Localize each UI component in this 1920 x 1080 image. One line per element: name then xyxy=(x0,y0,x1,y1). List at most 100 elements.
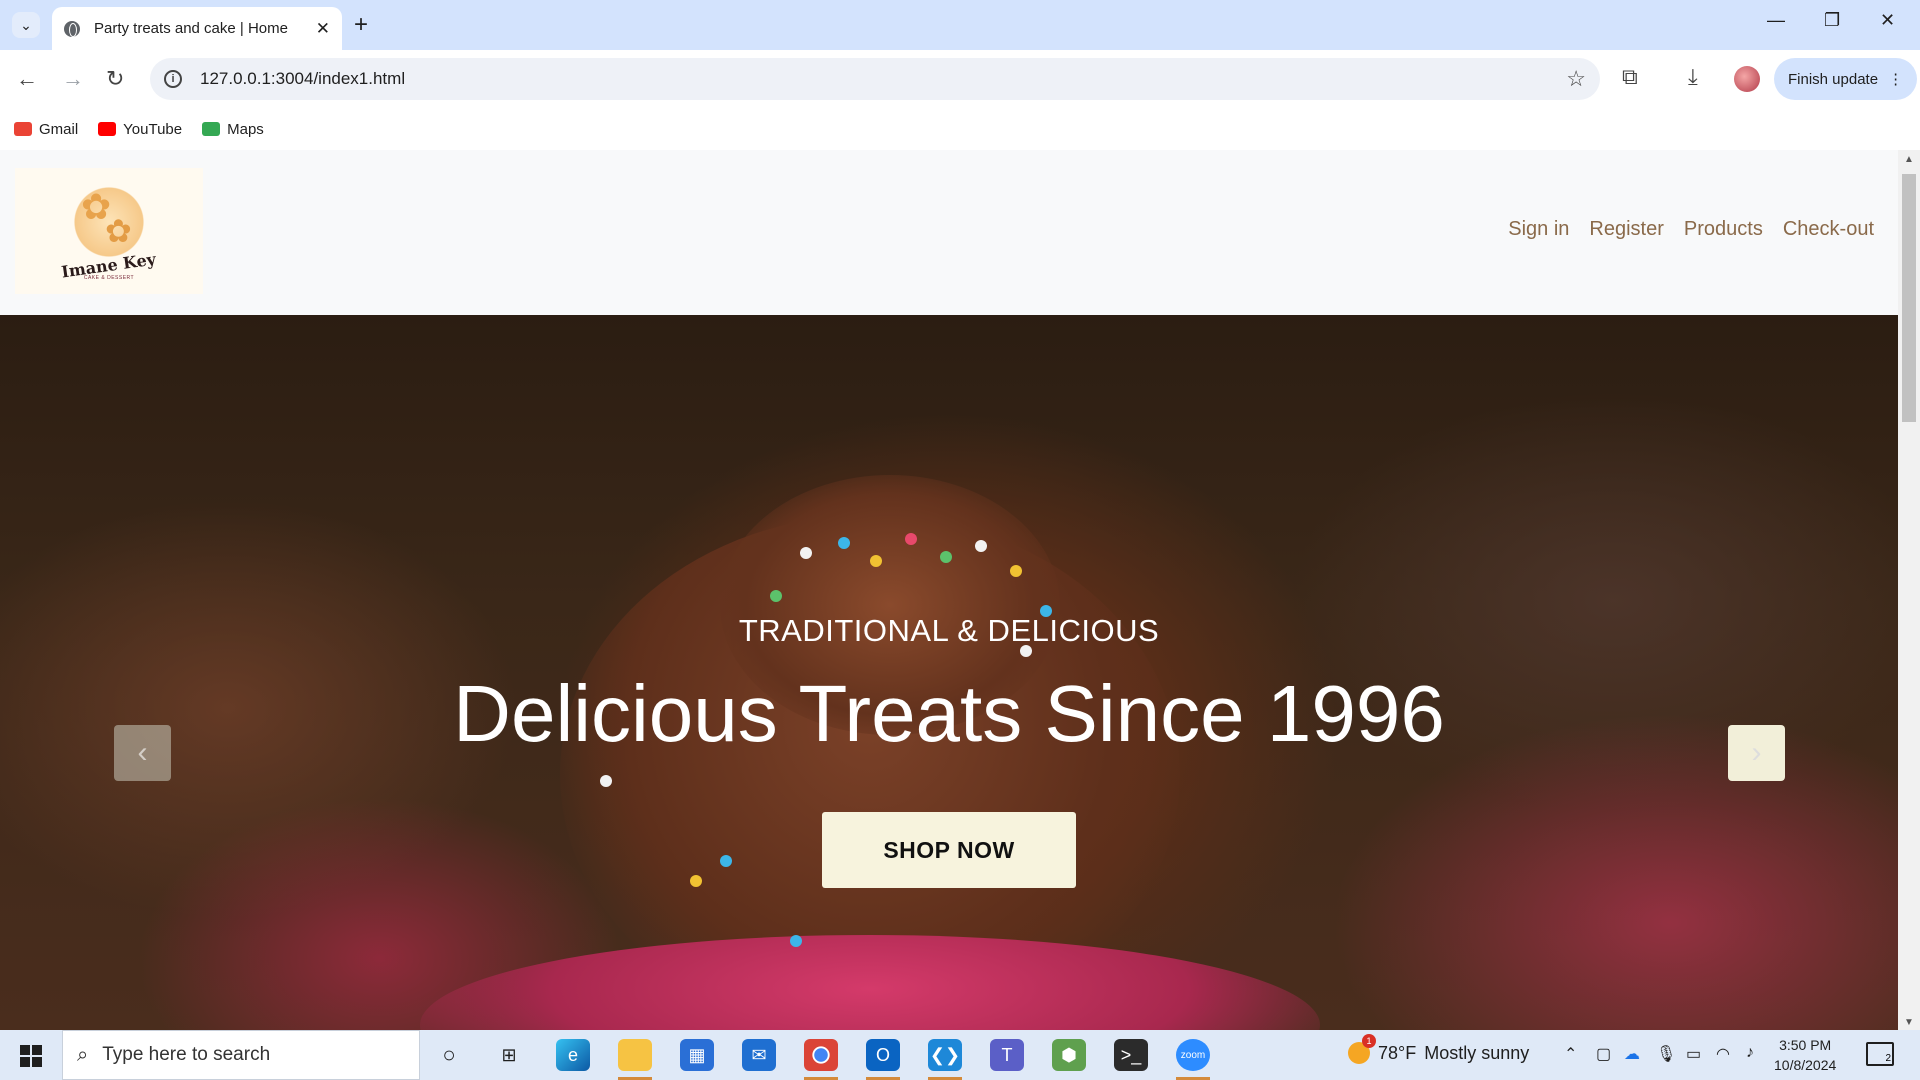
nav-check-out[interactable]: Check-out xyxy=(1783,218,1874,241)
battery-icon[interactable]: ▭ xyxy=(1686,1044,1701,1064)
restore-icon[interactable]: ❐ xyxy=(1824,10,1840,31)
windows-taskbar: ⌕ Type here to search ○ ⊞ e ▦ ✉ O ❮❯ T ⬢… xyxy=(0,1030,1920,1080)
sprinkle xyxy=(720,855,732,867)
page-scrollbar[interactable]: ▲ ▼ xyxy=(1898,150,1920,1030)
wifi-icon[interactable]: ◠ xyxy=(1716,1044,1730,1064)
sprinkle xyxy=(600,775,612,787)
finish-update-label: Finish update xyxy=(1788,70,1879,88)
cortana-icon[interactable]: ○ xyxy=(432,1039,466,1071)
cake-logo-icon xyxy=(69,181,149,262)
onedrive-icon[interactable]: ☁ xyxy=(1624,1044,1640,1064)
sprinkle xyxy=(905,533,917,545)
more-menu-icon: ⋮ xyxy=(1888,71,1904,88)
chevron-right-icon: › xyxy=(1751,736,1762,769)
bookmark-label: YouTube xyxy=(123,120,183,138)
sprinkle xyxy=(940,551,952,563)
sprinkle xyxy=(870,555,882,567)
meet-now-icon[interactable]: ▢ xyxy=(1596,1044,1611,1064)
tab-close-icon[interactable]: ✕ xyxy=(316,19,330,39)
tab-title: Party treats and cake | Home xyxy=(94,20,288,37)
back-icon[interactable]: ← xyxy=(16,66,38,92)
youtube-icon xyxy=(98,122,117,136)
scroll-down-icon[interactable]: ▼ xyxy=(1904,1017,1914,1028)
reload-icon[interactable]: ↻ xyxy=(106,66,124,92)
chevron-up-icon[interactable]: ⌃ xyxy=(1564,1044,1577,1064)
sprinkle xyxy=(690,875,702,887)
taskbar-search-placeholder: Type here to search xyxy=(102,1044,271,1065)
close-window-icon[interactable]: ✕ xyxy=(1880,10,1895,31)
browser-toolbar: ← → ↻ i 127.0.0.1:3004/index1.html ☆ ⧉ ⤓ xyxy=(0,50,1920,108)
address-bar[interactable]: i 127.0.0.1:3004/index1.html ☆ xyxy=(150,58,1600,100)
download-icon[interactable]: ⤓ xyxy=(1688,64,1698,90)
browser-tabstrip: ⌄ Party treats and cake | Home ✕ + — ❐ ✕ xyxy=(0,0,1920,50)
scrollbar-thumb[interactable] xyxy=(1902,174,1916,422)
cupcake-liner xyxy=(420,935,1320,1030)
site-info-icon[interactable]: i xyxy=(164,70,182,88)
edge-icon[interactable]: e xyxy=(556,1039,590,1071)
zoom-icon[interactable]: zoom xyxy=(1176,1039,1210,1080)
clock-date: 10/8/2024 xyxy=(1774,1057,1837,1073)
system-clock[interactable]: 3:50 PM 10/8/2024 xyxy=(1774,1035,1836,1075)
site-logo[interactable]: Imane Key CAKE & DESSERT xyxy=(15,168,203,294)
url-text[interactable]: 127.0.0.1:3004/index1.html xyxy=(200,69,1566,89)
site-globe-icon xyxy=(64,20,80,37)
file-explorer-icon[interactable] xyxy=(618,1039,652,1080)
sprinkle xyxy=(800,547,812,559)
sprinkle xyxy=(838,537,850,549)
weather-temp: 78°F xyxy=(1378,1042,1417,1063)
tab-search-menu-icon[interactable]: ⌄ xyxy=(12,12,40,38)
sprinkle xyxy=(790,935,802,947)
notification-center-icon[interactable]: 2 xyxy=(1866,1042,1894,1066)
gmail-icon xyxy=(14,122,32,136)
extensions-icon[interactable]: ⧉ xyxy=(1622,64,1638,90)
new-tab-icon[interactable]: + xyxy=(354,12,368,38)
clock-time: 3:50 PM xyxy=(1779,1037,1832,1053)
terminal-icon[interactable]: >_ xyxy=(1114,1039,1148,1071)
chevron-left-icon: ‹ xyxy=(137,736,148,769)
bookmark-star-icon[interactable]: ☆ xyxy=(1566,66,1586,92)
windows-start-icon[interactable] xyxy=(20,1045,42,1067)
main-nav: Sign in Register Products Check-out xyxy=(1508,218,1874,241)
nodejs-icon[interactable]: ⬢ xyxy=(1052,1039,1086,1071)
microphone-icon[interactable]: 🎙 xyxy=(1656,1044,1676,1064)
nav-products[interactable]: Products xyxy=(1684,218,1763,241)
nav-register[interactable]: Register xyxy=(1589,218,1663,241)
search-icon: ⌕ xyxy=(77,1043,89,1066)
site-header: Imane Key CAKE & DESSERT Sign in Registe… xyxy=(0,150,1898,315)
shop-now-button[interactable]: SHOP NOW xyxy=(822,812,1076,888)
store-icon[interactable]: ▦ xyxy=(680,1039,714,1071)
page-viewport: Imane Key CAKE & DESSERT Sign in Registe… xyxy=(0,150,1898,1030)
sun-icon: 1 xyxy=(1348,1034,1376,1064)
vscode-icon[interactable]: ❮❯ xyxy=(928,1039,962,1080)
maps-icon xyxy=(202,122,221,136)
chrome-icon[interactable] xyxy=(804,1039,838,1080)
nav-sign-in[interactable]: Sign in xyxy=(1508,218,1569,241)
carousel-prev-button[interactable]: ‹ xyxy=(114,725,171,781)
sprinkle xyxy=(1010,565,1022,577)
profile-avatar[interactable] xyxy=(1734,66,1760,92)
hero-subtitle: TRADITIONAL & DELICIOUS xyxy=(738,613,1160,648)
mail-icon[interactable]: ✉ xyxy=(742,1039,776,1071)
hero-carousel: TRADITIONAL & DELICIOUS Delicious Treats… xyxy=(0,315,1898,1030)
weather-widget[interactable]: 1 78°F Mostly sunny xyxy=(1348,1034,1530,1064)
bookmark-youtube[interactable]: YouTube xyxy=(98,121,182,138)
taskbar-search[interactable]: ⌕ Type here to search xyxy=(62,1030,420,1080)
task-view-icon[interactable]: ⊞ xyxy=(492,1039,526,1071)
sprinkle xyxy=(975,540,987,552)
minimize-icon[interactable]: — xyxy=(1767,10,1785,31)
notification-count: 2 xyxy=(1885,1053,1891,1064)
forward-icon[interactable]: → xyxy=(62,66,84,92)
weather-desc: Mostly sunny xyxy=(1424,1042,1530,1063)
volume-icon[interactable]: ♪ xyxy=(1746,1044,1754,1062)
carousel-next-button[interactable]: › xyxy=(1728,725,1785,781)
bookmark-gmail[interactable]: Gmail xyxy=(14,121,78,138)
teams-icon[interactable]: T xyxy=(990,1039,1024,1071)
scroll-up-icon[interactable]: ▲ xyxy=(1904,154,1914,165)
bookmark-maps[interactable]: Maps xyxy=(202,121,264,138)
sprinkle xyxy=(770,590,782,602)
tab-active[interactable]: Party treats and cake | Home ✕ xyxy=(52,7,342,50)
hero-title: Delicious Treats Since 1996 xyxy=(453,669,1445,758)
finish-update-button[interactable]: Finish update ⋮ xyxy=(1774,58,1918,100)
bookmark-label: Gmail xyxy=(39,120,79,138)
outlook-icon[interactable]: O xyxy=(866,1039,900,1080)
